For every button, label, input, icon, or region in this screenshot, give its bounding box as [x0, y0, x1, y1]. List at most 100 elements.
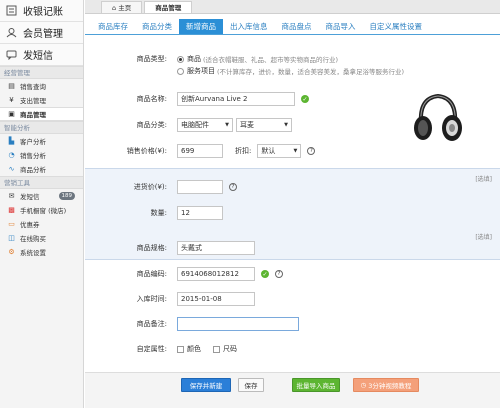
- price-label: 销售价格(¥):: [126, 147, 167, 155]
- help-icon[interactable]: ?: [307, 147, 316, 155]
- quantity-row: 数量: 12: [85, 206, 500, 220]
- subtab-stocktake[interactable]: 商品盘点: [275, 19, 319, 34]
- sidebar-item-sales-analysis[interactable]: ◔ 销售分析: [0, 148, 83, 162]
- clock-icon: ◷: [360, 381, 367, 389]
- custom-attr-label: 自定属性:: [136, 345, 167, 353]
- product-icon: ▣: [8, 110, 15, 118]
- section-title-marketing: 营销工具: [0, 176, 83, 189]
- custom-attr-row: 自定属性: 颜色 尺码: [85, 344, 500, 354]
- cost-label: 进货价(¥):: [133, 183, 167, 191]
- sidebar-item-product-analysis[interactable]: ∿ 商品分析: [0, 162, 83, 176]
- sidebar-item-label: 优惠券: [20, 221, 40, 229]
- remark-input[interactable]: [177, 317, 299, 331]
- subtab-new-product[interactable]: 新增商品: [179, 19, 223, 34]
- product-type-service-row: 服务项目 (不计算库存，进价，数量，适合美容美发，桑拿足浴等服务行业): [85, 66, 500, 76]
- subtab-stock-in-out[interactable]: 出入库信息: [223, 19, 275, 34]
- sub-tab-bar: 商品库存 商品分类 新增商品 出入库信息 商品盘点 商品导入 自定义属性设置: [85, 15, 500, 35]
- cash-register-icon: [6, 5, 17, 16]
- sidebar-item-label: 客户分析: [20, 138, 46, 146]
- video-tutorial-button[interactable]: ◷ 3分钟视频教程: [353, 378, 419, 392]
- sidebar-item-expense[interactable]: ¥ 支出管理: [0, 93, 83, 107]
- sidebar-item-phone-shop[interactable]: ▩ 手机橱窗 (微店): [0, 203, 83, 217]
- settings-icon: ⚙: [8, 248, 15, 256]
- save-button[interactable]: 保存: [238, 378, 264, 392]
- product-type-row: 商品类型: 商品 (适合衣帽鞋服、礼品、超市等实物商品的行业): [85, 54, 500, 64]
- subtab-import[interactable]: 商品导入: [319, 19, 363, 34]
- color-checkbox-label: 颜色: [187, 345, 201, 353]
- subtab-inventory[interactable]: 商品库存: [91, 19, 135, 34]
- online-buy-icon: ◫: [8, 234, 15, 242]
- sidebar-item-online-buy[interactable]: ◫ 在线购买: [0, 231, 83, 245]
- spec-row: 商品规格: 头戴式: [85, 241, 500, 255]
- stock-date-input[interactable]: 2015-01-08: [177, 292, 255, 306]
- subcategory-select[interactable]: 耳麦 ▼: [236, 118, 292, 132]
- sidebar-item-send-sms[interactable]: ✉ 发短信 189: [0, 189, 83, 203]
- video-tutorial-label: 3分钟视频教程: [368, 382, 412, 390]
- discount-select-value: 默认: [261, 147, 276, 155]
- discount-select[interactable]: 默认 ▼: [257, 144, 302, 158]
- subtab-custom-attributes[interactable]: 自定义属性设置: [363, 19, 430, 34]
- sidebar-item-sales-query[interactable]: ▤ 销售查询: [0, 79, 83, 93]
- size-checkbox[interactable]: [213, 345, 220, 353]
- sidebar-item-label: 商品分析: [20, 166, 46, 174]
- sms-icon: [6, 49, 17, 60]
- check-ok-icon: ✓: [261, 270, 269, 278]
- quantity-input[interactable]: 12: [177, 206, 223, 220]
- sidebar-item-product[interactable]: ▣ 商品管理: [0, 107, 83, 121]
- code-input[interactable]: 6914068012812: [177, 267, 255, 281]
- tab-home[interactable]: ⌂ 主页: [101, 1, 143, 13]
- product-name-input[interactable]: 创新Aurvana Live 2: [177, 92, 295, 106]
- product-analysis-icon: ∿: [8, 165, 15, 173]
- phone-shop-icon: ▩: [8, 206, 15, 214]
- spec-input[interactable]: 头戴式: [177, 241, 255, 255]
- chevron-down-icon: ▼: [284, 122, 288, 128]
- cost-row: 进货价(¥): ?: [85, 180, 500, 194]
- member-icon: [6, 27, 17, 38]
- product-name-label: 商品名称:: [136, 95, 167, 103]
- check-ok-icon: ✓: [301, 95, 309, 103]
- price-input[interactable]: 699: [177, 144, 223, 158]
- quantity-label: 数量:: [150, 209, 167, 217]
- sidebar-item-sms[interactable]: 发短信: [0, 44, 83, 66]
- type-service-radio[interactable]: [177, 67, 184, 75]
- sidebar-item-members[interactable]: 会员管理: [0, 22, 83, 44]
- sales-query-icon: ▤: [8, 82, 15, 90]
- type-goods-note: (适合衣帽鞋服、礼品、超市等实物商品的行业): [203, 56, 339, 64]
- product-form: 商品类型: 商品 (适合衣帽鞋服、礼品、超市等实物商品的行业) 服务项目 (不计…: [85, 36, 500, 408]
- sidebar-item-label: 系统设置: [20, 249, 46, 257]
- help-icon[interactable]: ?: [229, 183, 237, 191]
- section-title-business: 经营管理: [0, 66, 83, 79]
- product-category-label: 商品分类:: [136, 121, 167, 129]
- color-checkbox[interactable]: [177, 345, 184, 353]
- sidebar-item-label: 支出管理: [20, 97, 46, 105]
- chevron-down-icon: ▼: [293, 148, 298, 154]
- save-and-new-button[interactable]: 保存并新建: [181, 378, 231, 392]
- sidebar-item-cashier[interactable]: 收银记账: [0, 0, 83, 22]
- sidebar-item-label: 销售分析: [20, 152, 46, 160]
- cost-input[interactable]: [177, 180, 223, 194]
- type-goods-radio[interactable]: [177, 55, 184, 63]
- sidebar: 收银记账 会员管理 发短信 经营管理 ▤ 销售查询 ¥ 支出管理 ▣ 商品管理 …: [0, 0, 84, 408]
- subcategory-select-value: 耳麦: [240, 121, 254, 129]
- sidebar-item-label: 收银记账: [23, 7, 63, 18]
- sidebar-item-settings[interactable]: ⚙ 系统设置: [0, 245, 83, 259]
- code-row: 商品编码: 6914068012812 ✓ ?: [85, 267, 500, 281]
- product-image: [414, 93, 462, 141]
- section-title-analysis: 智能分析: [0, 121, 83, 134]
- top-tab-bar: ⌂ 主页 商品管理: [85, 0, 500, 14]
- sidebar-item-customer-analysis[interactable]: ▙ 客户分析: [0, 134, 83, 148]
- category-select[interactable]: 电脑配件 ▼: [177, 118, 233, 132]
- sidebar-item-coupon[interactable]: ▭ 优惠券: [0, 217, 83, 231]
- sidebar-item-label: 手机橱窗 (微店): [20, 207, 67, 215]
- sms-small-icon: ✉: [8, 192, 15, 200]
- bulk-import-button[interactable]: 批量导入商品: [292, 378, 340, 392]
- tab-product-management[interactable]: 商品管理: [144, 1, 193, 13]
- sidebar-item-label: 发短信: [23, 51, 53, 62]
- help-icon[interactable]: ?: [275, 270, 283, 278]
- sales-analysis-icon: ◔: [8, 151, 15, 159]
- size-checkbox-label: 尺码: [223, 345, 237, 353]
- subtab-category[interactable]: 商品分类: [135, 19, 179, 34]
- sidebar-item-label: 会员管理: [23, 29, 63, 40]
- sidebar-item-label: 销售查询: [20, 83, 46, 91]
- customer-analysis-icon: ▙: [8, 137, 15, 145]
